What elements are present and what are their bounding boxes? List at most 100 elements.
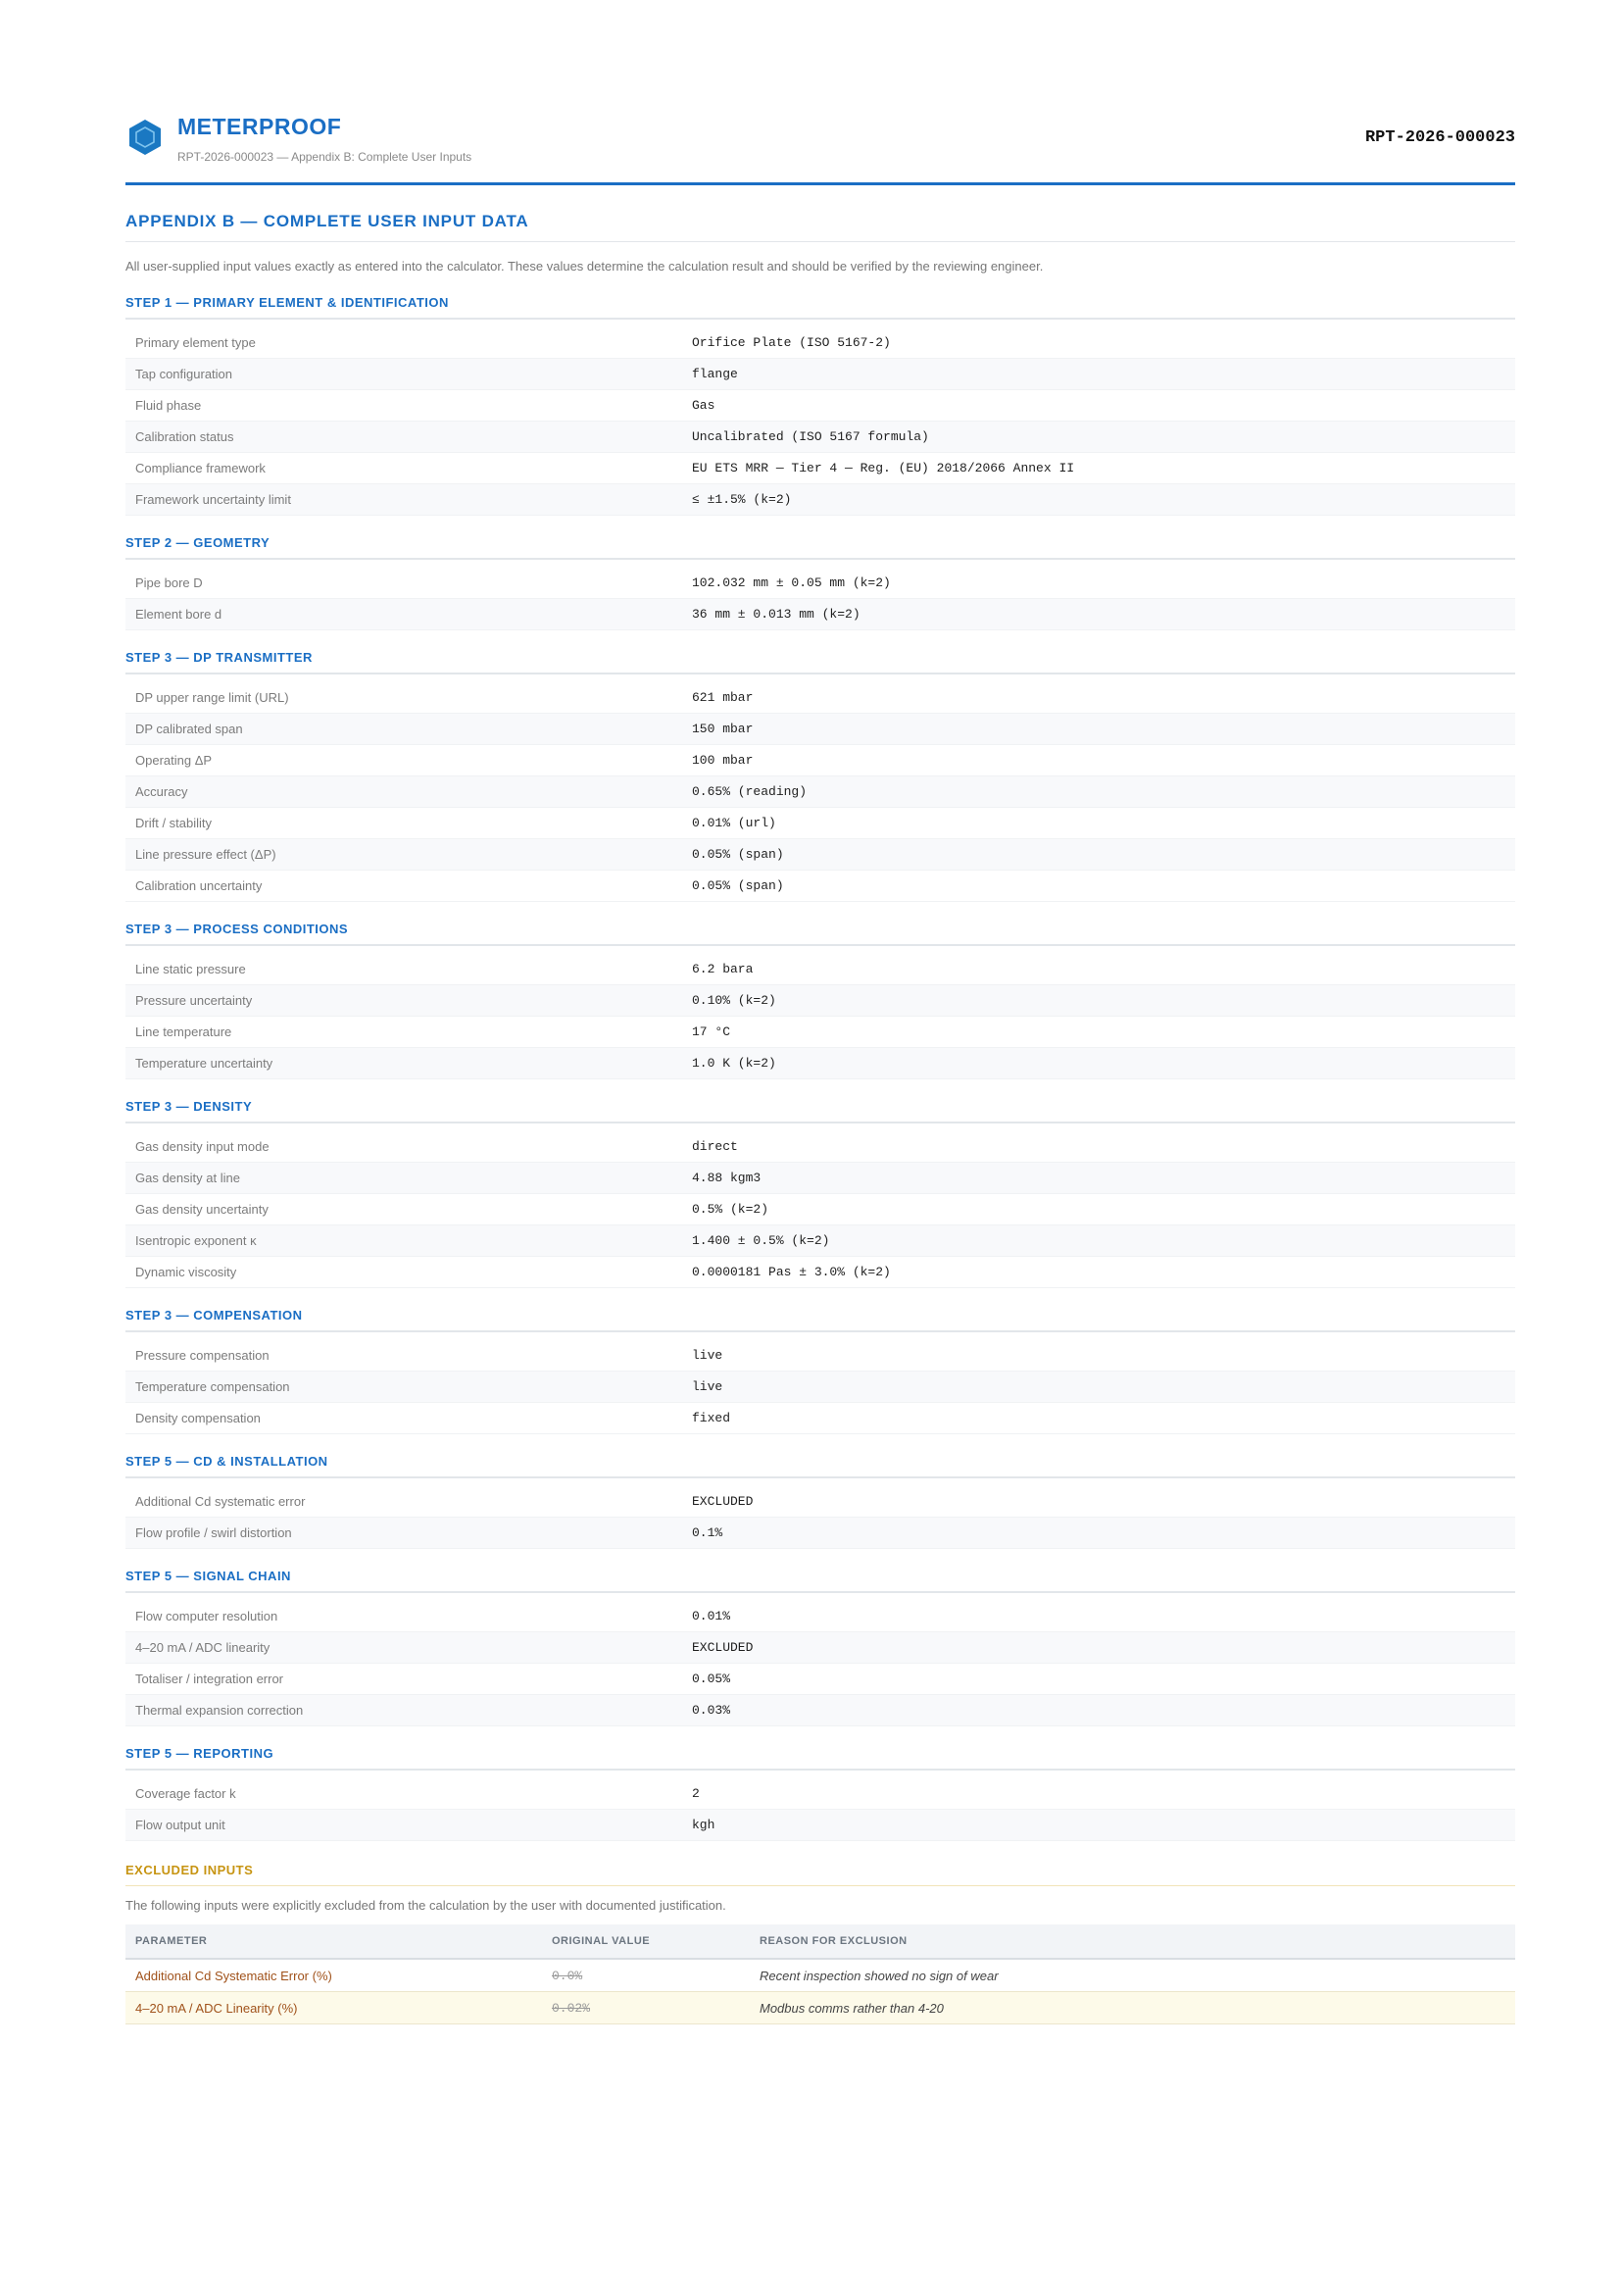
page-title: APPENDIX B — COMPLETE USER INPUT DATA [125,212,1515,242]
input-label: Operating ΔP [135,753,213,768]
input-value: 0.1% [692,1525,723,1540]
section-rows: Additional Cd systematic error EXCLUDED Fl… [125,1486,1515,1549]
input-row: Coverage factor k 2 [125,1778,1515,1810]
input-row: Temperature uncertainty 1.0 K (k=2) [125,1048,1515,1079]
input-label: Additional Cd systematic error [135,1494,306,1509]
excluded-inputs-intro: The following inputs were explicitly exc… [125,1898,726,1913]
column-header-reason: REASON FOR EXCLUSION [750,1924,1515,1960]
table-row: Additional Cd Systematic Error (%) 0.0% … [125,1959,1515,1992]
input-label: Pipe bore D [135,575,203,590]
input-row: Pressure compensation live [125,1340,1515,1372]
input-row: Fluid phase Gas [125,390,1515,422]
excluded-original-value: 0.02% [542,1991,750,2024]
section-title: STEP 5 — REPORTING [125,1746,1515,1771]
excluded-reason: Modbus comms rather than 4-20 [750,1991,1515,2024]
table-row: 4–20 mA / ADC Linearity (%) 0.02% Modbus… [125,1991,1515,2024]
section-rows: Pipe bore D 102.032 mm ± 0.05 mm (k=2) Ele… [125,568,1515,630]
input-row: Line static pressure 6.2 bara [125,954,1515,985]
input-label: Gas density at line [135,1171,240,1185]
input-value: 0.01% [692,1609,731,1623]
input-row: Primary element type Orifice Plate (ISO 5… [125,327,1515,359]
input-row: Thermal expansion correction 0.03% [125,1695,1515,1726]
section-title: STEP 3 — DENSITY [125,1099,1515,1123]
input-label: Gas density uncertainty [135,1202,269,1217]
input-value: 1.400 ± 0.5% (k=2) [692,1233,830,1248]
input-value: 6.2 bara [692,962,754,976]
input-value: 0.05% (span) [692,847,784,862]
input-label: Element bore d [135,607,222,622]
input-label: Isentropic exponent κ [135,1233,257,1248]
input-row: Dynamic viscosity 0.0000181 Pas ± 3.0% (k… [125,1257,1515,1288]
input-value: EXCLUDED [692,1640,754,1655]
section-rows: Flow computer resolution 0.01% 4–20 mA / A… [125,1601,1515,1726]
input-label: Flow profile / swirl distortion [135,1525,292,1540]
input-row: Flow profile / swirl distortion 0.1% [125,1518,1515,1549]
input-label: Accuracy [135,784,188,799]
appendix-intro: All user-supplied input values exactly a… [125,259,1044,274]
excluded-table-header: PARAMETER ORIGINAL VALUE REASON FOR EXCL… [125,1924,1515,1960]
input-value: EXCLUDED [692,1494,754,1509]
input-row: Pressure uncertainty 0.10% (k=2) [125,985,1515,1017]
input-label: Coverage factor k [135,1786,236,1801]
input-row: DP upper range limit (URL) 621 mbar [125,682,1515,714]
input-value: flange [692,367,738,381]
input-label: Flow output unit [135,1818,225,1832]
section-rows: Primary element type Orifice Plate (ISO 5… [125,327,1515,516]
input-value: 0.03% [692,1703,731,1718]
hexagon-logo-icon [129,120,161,155]
section-title: STEP 3 — PROCESS CONDITIONS [125,922,1515,946]
input-value: fixed [692,1411,731,1425]
report-header: METERPROOF RPT-2026-000023 — Appendix B:… [125,0,1515,186]
input-sections: STEP 1 — PRIMARY ELEMENT & IDENTIFICATIO… [125,295,1515,1841]
section-rows: Line static pressure 6.2 bara Pressure unc… [125,954,1515,1079]
input-row: 4–20 mA / ADC linearity EXCLUDED [125,1632,1515,1664]
input-label: Thermal expansion correction [135,1703,304,1718]
input-value: direct [692,1139,738,1154]
input-row: Tap configuration flange [125,359,1515,390]
input-row: Flow computer resolution 0.01% [125,1601,1515,1632]
section-rows: Pressure compensation live Temperature com… [125,1340,1515,1434]
input-value: Gas [692,398,715,413]
input-value: 0.05% [692,1672,731,1686]
section-title: STEP 2 — GEOMETRY [125,535,1515,560]
input-row: Additional Cd systematic error EXCLUDED [125,1486,1515,1518]
input-label: Temperature uncertainty [135,1056,273,1071]
report-id: RPT-2026-000023 [1364,128,1515,147]
header-subtitle: RPT-2026-000023 — Appendix B: Complete U… [177,150,472,164]
input-value: 0.10% (k=2) [692,993,776,1008]
input-value: 0.5% (k=2) [692,1202,769,1217]
brand-name: METERPROOF [177,114,342,139]
input-value: 4.88 kgm3 [692,1171,762,1185]
input-value: 100 mbar [692,753,754,768]
input-value: EU ETS MRR — Tier 4 — Reg. (EU) 2018/206… [692,461,1075,475]
excluded-parameter: 4–20 mA / ADC Linearity (%) [125,1991,542,2024]
input-row: Framework uncertainty limit ≤ ±1.5% (k=2) [125,484,1515,516]
section-title: STEP 5 — CD & INSTALLATION [125,1454,1515,1478]
input-value: live [692,1348,723,1363]
input-label: Totaliser / integration error [135,1672,284,1686]
column-header-parameter: PARAMETER [125,1924,542,1960]
input-row: Pipe bore D 102.032 mm ± 0.05 mm (k=2) [125,568,1515,599]
input-value: ≤ ±1.5% (k=2) [692,492,792,507]
input-value: 36 mm ± 0.013 mm (k=2) [692,607,861,622]
input-label: Line pressure effect (ΔP) [135,847,276,862]
input-value: 621 mbar [692,690,754,705]
input-row: Gas density uncertainty 0.5% (k=2) [125,1194,1515,1225]
section-rows: Gas density input mode direct Gas density … [125,1131,1515,1288]
input-row: Isentropic exponent κ 1.400 ± 0.5% (k=2) [125,1225,1515,1257]
input-label: Flow computer resolution [135,1609,278,1623]
input-value: 2 [692,1786,700,1801]
input-value: live [692,1379,723,1394]
input-row: Element bore d 36 mm ± 0.013 mm (k=2) [125,599,1515,630]
input-label: Tap configuration [135,367,233,381]
input-label: Compliance framework [135,461,266,475]
input-label: Fluid phase [135,398,202,413]
input-value: Orifice Plate (ISO 5167-2) [692,335,891,350]
input-row: Temperature compensation live [125,1372,1515,1403]
input-value: Uncalibrated (ISO 5167 formula) [692,429,929,444]
input-row: Totaliser / integration error 0.05% [125,1664,1515,1695]
excluded-inputs-title: EXCLUDED INPUTS [125,1863,1515,1886]
input-value: kgh [692,1818,715,1832]
input-label: Pressure uncertainty [135,993,253,1008]
input-row: Accuracy 0.65% (reading) [125,776,1515,808]
